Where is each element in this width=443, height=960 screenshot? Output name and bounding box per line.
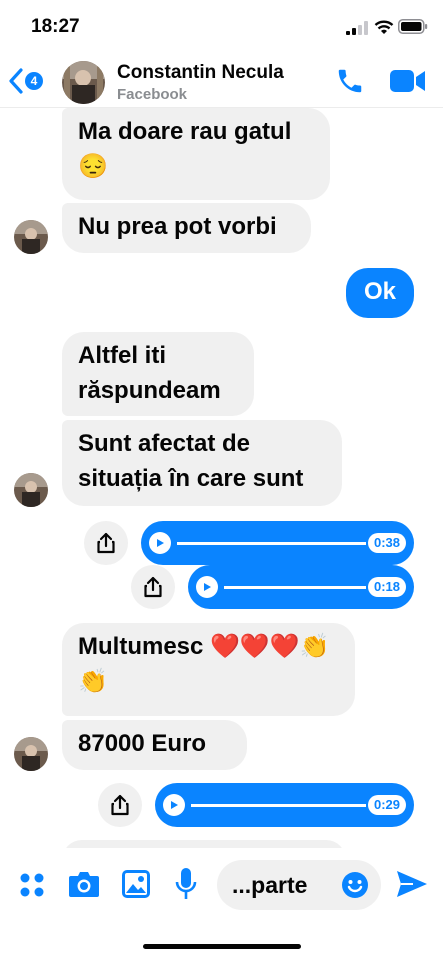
contact-avatar[interactable] <box>62 61 105 104</box>
status-bar: 18:27 <box>0 0 443 52</box>
message-input[interactable]: ...parte <box>217 860 381 910</box>
message-text: Ok <box>363 278 396 305</box>
message-bubble-incoming[interactable]: Multumesc ❤️❤️❤️👏 👏 <box>62 623 355 716</box>
conversation-header: 4 Constantin Necula Facebook <box>0 52 443 108</box>
share-button[interactable] <box>131 565 175 609</box>
message-text: Nu prea pot vorbi <box>78 213 277 240</box>
message-text: situația în care sunt <box>78 465 304 492</box>
microphone-icon[interactable] <box>175 867 197 901</box>
message-emoji: 😔 <box>78 153 108 180</box>
battery-icon <box>398 19 428 34</box>
audio-progress-track[interactable] <box>191 803 366 807</box>
composer-bar: ...parte <box>0 848 443 960</box>
contact-name[interactable]: Constantin Necula <box>117 62 284 84</box>
back-button[interactable]: 4 <box>8 66 50 96</box>
audio-progress-track[interactable] <box>224 585 366 589</box>
share-icon <box>111 794 129 816</box>
message-text: Sunt afectat de <box>78 430 251 457</box>
share-button[interactable] <box>84 521 128 565</box>
wifi-icon <box>374 20 394 34</box>
share-icon <box>97 532 115 554</box>
send-icon[interactable] <box>396 870 428 898</box>
voice-message[interactable]: 0:38 <box>141 521 414 565</box>
video-camera-icon[interactable] <box>389 68 427 94</box>
back-chevron-icon <box>9 68 23 94</box>
message-bubble-incoming[interactable]: Altfel iti răspundeam <box>62 332 254 416</box>
share-button[interactable] <box>98 783 142 827</box>
message-text: Multumesc ❤️❤️❤️👏 <box>78 633 330 660</box>
play-button[interactable] <box>196 576 218 598</box>
message-text: 87000 Euro <box>78 730 207 757</box>
audio-duration: 0:38 <box>367 533 406 553</box>
play-icon <box>171 801 178 809</box>
message-text: Altfel iti <box>78 342 166 369</box>
message-input-text: ...parte <box>232 872 308 898</box>
message-bubble-incoming[interactable]: Ma doare rau gatul 😔 <box>62 108 330 200</box>
contact-subtitle: Facebook <box>117 86 188 103</box>
status-time: 18:27 <box>31 16 80 37</box>
play-button[interactable] <box>149 532 171 554</box>
audio-progress-track[interactable] <box>177 541 366 545</box>
audio-duration: 0:18 <box>367 577 406 597</box>
message-bubble-incoming[interactable]: Nu prea pot vorbi <box>62 203 311 253</box>
audio-duration: 0:29 <box>367 795 406 815</box>
image-icon[interactable] <box>121 869 151 899</box>
smile-icon[interactable] <box>341 871 369 899</box>
message-bubble-incoming[interactable]: 87000 Euro <box>62 720 247 770</box>
sender-avatar[interactable] <box>14 737 48 771</box>
unread-badge: 4 <box>25 72 43 90</box>
play-icon <box>157 539 164 547</box>
message-emoji: 👏 <box>78 668 108 695</box>
sender-avatar[interactable] <box>14 473 48 507</box>
share-icon <box>144 576 162 598</box>
home-indicator <box>143 944 301 949</box>
message-bubble-outgoing[interactable]: Ok <box>346 268 414 318</box>
camera-icon[interactable] <box>68 870 100 898</box>
message-bubble-incoming[interactable]: Sunt afectat de situația în care sunt <box>62 420 342 506</box>
message-text: răspundeam <box>78 377 221 404</box>
sender-avatar[interactable] <box>14 220 48 254</box>
apps-grid-icon[interactable] <box>19 872 45 898</box>
cellular-signal-icon <box>346 21 368 35</box>
message-text: Ma doare rau gatul <box>78 118 292 145</box>
play-icon <box>204 583 211 591</box>
voice-message[interactable]: 0:18 <box>188 565 414 609</box>
voice-message[interactable]: 0:29 <box>155 783 414 827</box>
play-button[interactable] <box>163 794 185 816</box>
phone-icon[interactable] <box>335 66 365 96</box>
